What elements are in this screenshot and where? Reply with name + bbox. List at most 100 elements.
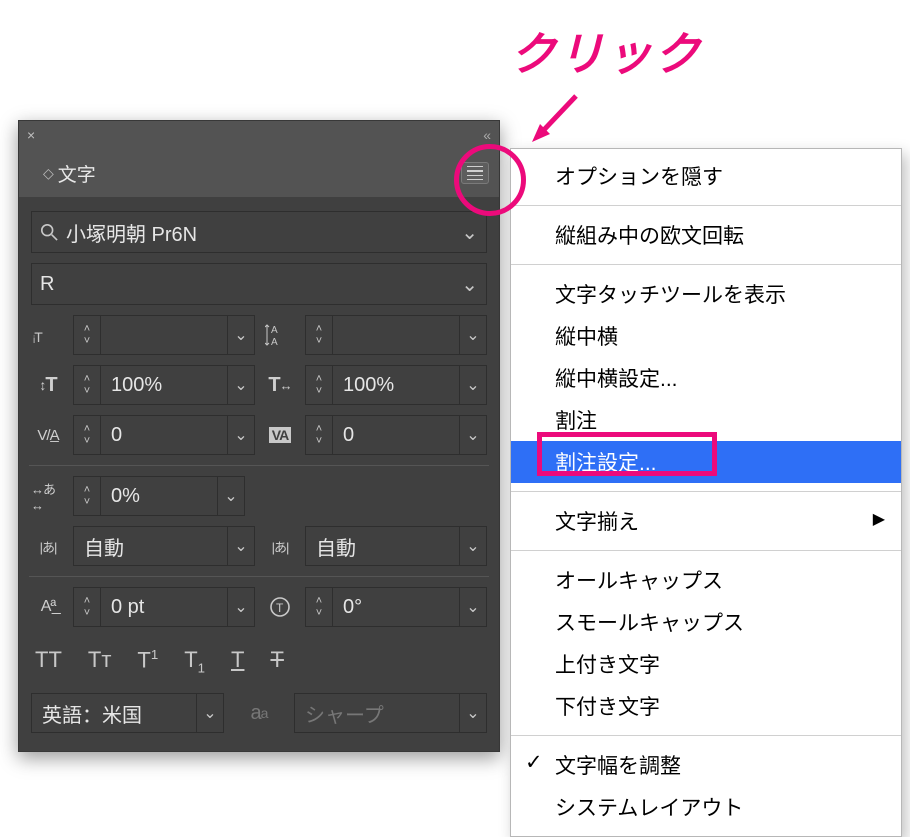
- horizontal-scale-icon: T↔: [263, 374, 297, 397]
- panel-titlebar: × «: [19, 121, 499, 149]
- annotation-click-label: クリック: [510, 18, 702, 84]
- menu-item[interactable]: 文字幅を調整 ✓: [511, 744, 901, 786]
- aki-after-field[interactable]: 自動 ⌄: [305, 526, 487, 566]
- font-style-value: R: [40, 273, 54, 296]
- menu-separator: [511, 264, 901, 265]
- kerning-field[interactable]: ˄˅ 0 ⌄: [73, 415, 255, 455]
- check-icon: ✓: [525, 750, 543, 775]
- font-size-icon: ᵢT: [31, 324, 65, 346]
- menu-item[interactable]: オールキャップス: [511, 559, 901, 601]
- tab-toggle-icon: ◇: [43, 165, 54, 182]
- tsume-field[interactable]: ˄˅ 0% ⌄: [73, 476, 245, 516]
- baseline-shift-icon: Aª̲: [31, 598, 65, 616]
- menu-item[interactable]: 下付き文字: [511, 685, 901, 727]
- menu-item-label: システムレイアウト: [555, 797, 743, 820]
- menu-item-label: 文字幅を調整: [555, 755, 681, 778]
- antialias-dropdown: シャープ ⌄: [294, 693, 487, 733]
- svg-text:A: A: [271, 325, 278, 336]
- horizontal-scale-value: 100%: [333, 366, 459, 404]
- chevron-down-icon: ⌄: [461, 272, 478, 297]
- tsume-value: 0%: [101, 477, 217, 515]
- tracking-field[interactable]: ˄˅ 0 ⌄: [305, 415, 487, 455]
- close-icon[interactable]: ×: [27, 127, 35, 143]
- leading-field[interactable]: ˄˅ ⌄: [305, 315, 487, 355]
- language-dropdown[interactable]: 英語：米国 ⌄: [31, 693, 224, 733]
- baseline-shift-value: 0 pt: [101, 588, 227, 626]
- panel-tab-row: ◇ 文字: [19, 149, 499, 197]
- menu-item[interactable]: 割注: [511, 399, 901, 441]
- search-icon: [40, 223, 58, 241]
- menu-separator: [511, 735, 901, 736]
- panel-menu-button[interactable]: [461, 162, 489, 184]
- tab-label: 文字: [58, 160, 96, 187]
- menu-item-label: 縦中横: [555, 326, 618, 349]
- vertical-scale-value: 100%: [101, 366, 227, 404]
- horizontal-scale-field[interactable]: ˄˅ 100% ⌄: [305, 365, 487, 405]
- menu-item-label: 縦組み中の欧文回転: [555, 225, 744, 248]
- tracking-value: 0: [333, 416, 459, 454]
- menu-item-label: 文字揃え: [555, 511, 639, 534]
- font-family-value: 小塚明朝 Pr6N: [66, 218, 197, 247]
- menu-item[interactable]: システムレイアウト: [511, 786, 901, 828]
- menu-item[interactable]: 文字タッチツールを表示: [511, 273, 901, 315]
- tab-character[interactable]: ◇ 文字: [29, 152, 110, 196]
- tsume-icon: ↔あ↔: [31, 479, 65, 513]
- menu-item-label: 割注: [555, 410, 597, 433]
- menu-item[interactable]: 縦中横: [511, 315, 901, 357]
- rotation-icon: T: [263, 595, 297, 619]
- menu-item-label: オールキャップス: [555, 570, 723, 593]
- rotation-value: 0°: [333, 588, 459, 626]
- menu-item[interactable]: 割注設定...: [511, 441, 901, 483]
- vertical-scale-field[interactable]: ˄˅ 100% ⌄: [73, 365, 255, 405]
- aki-before-field[interactable]: 自動 ⌄: [73, 526, 255, 566]
- font-size-value: [101, 316, 227, 354]
- kerning-icon: V/A̲: [31, 427, 65, 444]
- menu-item-label: 縦中横設定...: [555, 368, 678, 391]
- panel-flyout-menu: オプションを隠す縦組み中の欧文回転文字タッチツールを表示縦中横縦中横設定... 割…: [510, 148, 902, 837]
- menu-item-label: 割注設定...: [555, 452, 657, 475]
- underline-button[interactable]: T: [231, 647, 244, 675]
- menu-item[interactable]: 文字揃え▶: [511, 500, 901, 542]
- all-caps-button[interactable]: TT: [35, 647, 62, 675]
- baseline-shift-field[interactable]: ˄˅ 0 pt ⌄: [73, 587, 255, 627]
- character-panel: × « ◇ 文字 小塚明朝 Pr6N ⌄ R ⌄: [18, 120, 500, 752]
- panel-body: 小塚明朝 Pr6N ⌄ R ⌄ ᵢT ˄˅ ⌄: [19, 197, 499, 751]
- strikethrough-button[interactable]: T: [270, 647, 283, 675]
- annotation-arrow: [530, 92, 580, 142]
- menu-item[interactable]: スモールキャップス: [511, 601, 901, 643]
- menu-item[interactable]: 上付き文字: [511, 643, 901, 685]
- kerning-value: 0: [101, 416, 227, 454]
- antialias-value: シャープ: [295, 694, 459, 732]
- aki-after-value: 自動: [306, 527, 459, 565]
- menu-item[interactable]: オプションを隠す: [511, 155, 901, 197]
- language-value: 英語：米国: [32, 694, 196, 732]
- menu-separator: [511, 205, 901, 206]
- small-caps-button[interactable]: Tᴛ: [88, 647, 112, 675]
- svg-text:A: A: [271, 337, 278, 347]
- leading-icon: AA: [263, 323, 297, 347]
- vertical-scale-icon: ↕T: [31, 374, 65, 397]
- menu-item-label: スモールキャップス: [555, 612, 744, 635]
- antialias-icon: aa: [242, 702, 276, 725]
- menu-item-label: 文字タッチツールを表示: [555, 284, 786, 307]
- menu-item[interactable]: 縦中横設定...: [511, 357, 901, 399]
- font-size-field[interactable]: ˄˅ ⌄: [73, 315, 255, 355]
- aki-after-icon: |あ|: [263, 537, 297, 556]
- aki-before-value: 自動: [74, 527, 227, 565]
- chevron-down-icon: ⌄: [461, 220, 478, 245]
- font-family-dropdown[interactable]: 小塚明朝 Pr6N ⌄: [31, 211, 487, 253]
- font-style-dropdown[interactable]: R ⌄: [31, 263, 487, 305]
- subscript-button[interactable]: T1: [184, 647, 205, 675]
- menu-item-label: 上付き文字: [555, 654, 660, 677]
- tracking-icon: VA: [263, 427, 297, 443]
- leading-value: [333, 316, 459, 354]
- menu-separator: [511, 550, 901, 551]
- rotation-field[interactable]: ˄˅ 0° ⌄: [305, 587, 487, 627]
- menu-item[interactable]: 縦組み中の欧文回転: [511, 214, 901, 256]
- character-style-buttons: TT Tᴛ T1 T1 T T: [31, 637, 487, 679]
- collapse-icon[interactable]: «: [483, 127, 491, 143]
- menu-item-label: 下付き文字: [555, 696, 660, 719]
- menu-separator: [511, 491, 901, 492]
- superscript-button[interactable]: T1: [137, 647, 158, 675]
- menu-item-label: オプションを隠す: [555, 166, 723, 189]
